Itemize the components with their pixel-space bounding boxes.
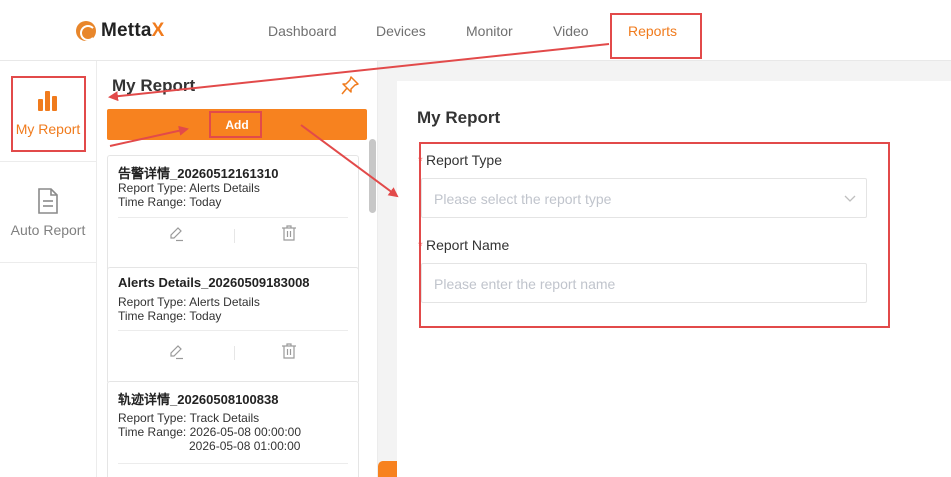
sidebar-item-my-report[interactable]: My Report — [0, 61, 96, 162]
content-top-gutter — [397, 61, 951, 81]
pin-icon[interactable] — [341, 76, 359, 96]
add-button[interactable]: Add — [107, 109, 367, 140]
nav-item-devices[interactable]: Devices — [376, 23, 426, 39]
edit-icon[interactable] — [168, 226, 184, 242]
report-type-placeholder: Please select the report type — [434, 191, 612, 207]
edit-icon[interactable] — [168, 344, 184, 360]
report-sidebar: My Report Auto Report — [0, 61, 97, 477]
required-mark: * — [418, 154, 423, 168]
action-divider — [234, 229, 235, 243]
report-card[interactable]: 轨迹详情_20260508100838 Report Type: Track D… — [107, 381, 359, 477]
report-type-select[interactable]: Please select the report type — [421, 178, 867, 218]
report-range-end: 2026-05-08 01:00:00 — [189, 439, 301, 453]
list-scrollbar[interactable] — [369, 139, 376, 213]
panel-title: My Report — [112, 76, 196, 95]
report-form-panel: My Report * Report Type Please select th… — [397, 81, 951, 477]
sidebar-item-auto-report[interactable]: Auto Report — [0, 162, 96, 263]
logo-text: MettaX — [101, 20, 165, 41]
nav-item-monitor[interactable]: Monitor — [466, 23, 513, 39]
report-type-row: Report Type: Alerts Details — [118, 295, 260, 309]
form-title: My Report — [417, 108, 501, 127]
card-divider — [118, 463, 348, 464]
trash-icon[interactable] — [282, 225, 296, 241]
card-divider — [118, 217, 348, 218]
report-card[interactable]: Alerts Details_20260509183008 Report Typ… — [107, 267, 359, 384]
report-name: Alerts Details_20260509183008 — [118, 275, 310, 290]
nav-item-dashboard[interactable]: Dashboard — [268, 23, 337, 39]
trash-icon[interactable] — [282, 343, 296, 359]
sidebar-item-label: My Report — [15, 121, 81, 137]
logo-icon — [76, 21, 96, 41]
report-range-row: Time Range: Today — [118, 309, 222, 323]
mettax-logo[interactable]: MettaX — [76, 20, 165, 42]
document-icon — [38, 188, 58, 214]
report-range-row: Time Range: 2026-05-08 00:00:00 — [118, 425, 302, 439]
action-divider — [234, 346, 235, 360]
report-type-label: Report Type — [426, 152, 503, 168]
report-name-label: Report Name — [426, 237, 510, 253]
nav-item-reports[interactable]: Reports — [628, 23, 677, 39]
report-name: 轨迹详情_20260508100838 — [118, 392, 279, 407]
report-name-placeholder: Please enter the report name — [434, 276, 616, 292]
top-navigation-bar: MettaX Dashboard Devices Monitor Video R… — [0, 0, 951, 61]
report-name-input[interactable]: Please enter the report name — [421, 263, 867, 303]
required-mark: * — [418, 239, 423, 253]
card-divider — [118, 330, 348, 331]
content-gutter — [378, 61, 397, 477]
nav-item-video[interactable]: Video — [553, 23, 589, 39]
chevron-down-icon — [844, 195, 856, 202]
report-range-row: Time Range: Today — [118, 195, 222, 209]
report-name: 告警详情_20260512161310 — [118, 166, 279, 181]
sidebar-item-label: Auto Report — [10, 222, 86, 238]
report-type-row: Report Type: Alerts Details — [118, 181, 260, 195]
report-list-panel: My Report Add 告警详情_20260512161310 Report… — [97, 61, 378, 477]
collapse-tab[interactable] — [378, 461, 397, 477]
report-type-row: Report Type: Track Details — [118, 411, 260, 425]
bar-chart-icon — [37, 89, 59, 111]
report-card[interactable]: 告警详情_20260512161310 Report Type: Alerts … — [107, 155, 359, 272]
